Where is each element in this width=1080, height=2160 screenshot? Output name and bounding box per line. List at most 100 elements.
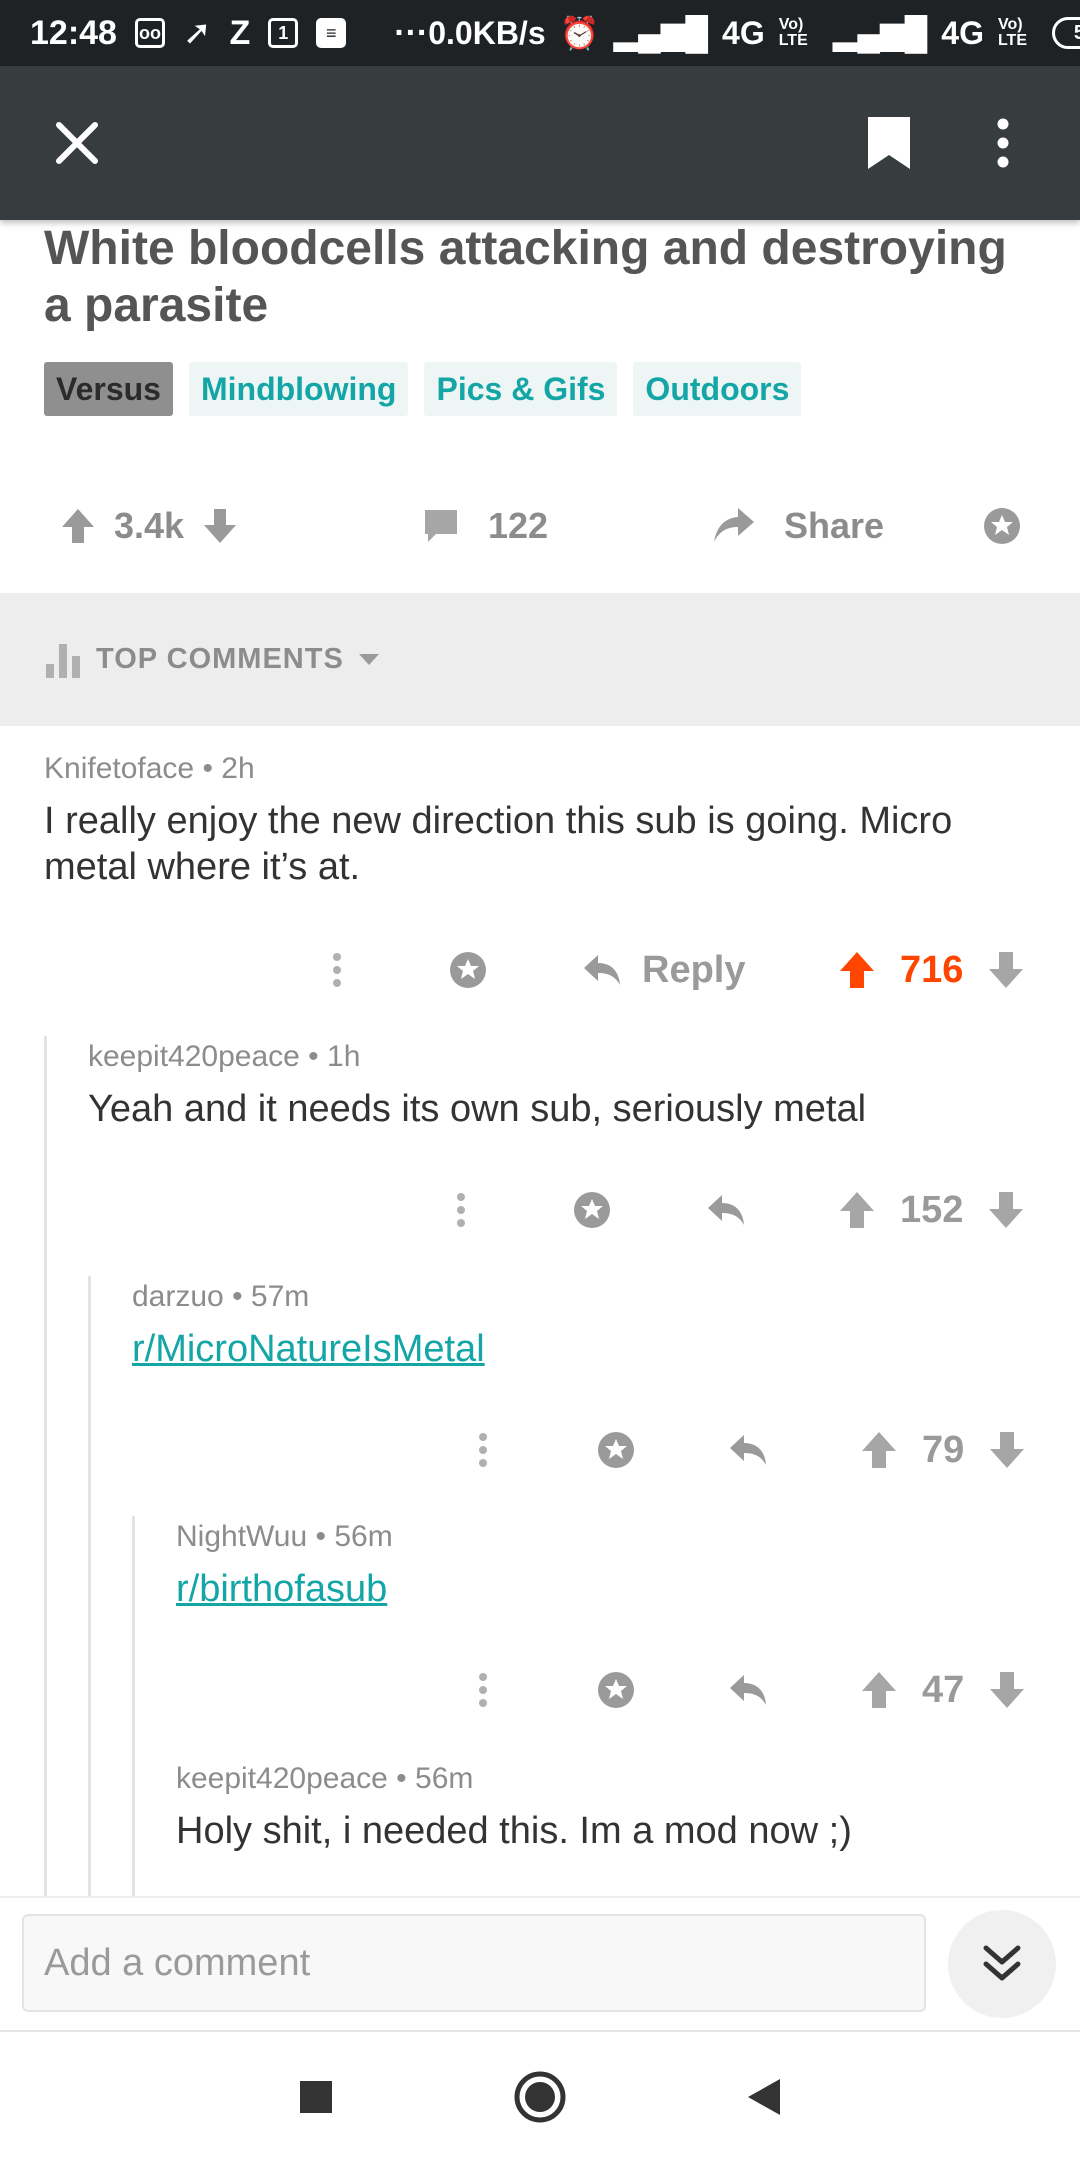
award-icon	[574, 1192, 610, 1228]
comment-vote-count: 47	[922, 1668, 965, 1711]
close-button[interactable]	[40, 106, 114, 180]
subreddit-link[interactable]: r/MicroNatureIsMetal	[132, 1326, 1080, 1372]
calendar-icon: 1	[268, 18, 299, 48]
comment-body: I really enjoy the new direction this su…	[44, 800, 953, 888]
downvote-icon[interactable]	[987, 1190, 1025, 1230]
tag-list: Versus Mindblowing Pics & Gifs Outdoors	[44, 362, 802, 416]
comment-meta[interactable]: darzuo • 57m	[132, 1280, 1080, 1314]
comment-bubble-icon	[425, 510, 457, 542]
comment-award-button[interactable]	[596, 1670, 636, 1710]
tag-mindblowing[interactable]: Mindblowing	[188, 362, 409, 416]
comment-vote-controls: 152	[838, 1189, 1025, 1232]
tag-versus[interactable]: Versus	[44, 362, 173, 416]
comment-more-button[interactable]	[446, 1192, 476, 1228]
reply-label: Reply	[642, 948, 746, 991]
comment-reply-button[interactable]	[728, 1433, 768, 1467]
comment: keepit420peace • 56m Holy shit, i needed…	[176, 1762, 1080, 1854]
share-label: Share	[784, 505, 885, 546]
reply-icon	[708, 1195, 744, 1225]
comment-vote-controls: 79	[860, 1429, 1026, 1472]
comment-award-button[interactable]	[596, 1430, 636, 1470]
notes-icon: ≡	[316, 18, 347, 48]
award-icon	[450, 952, 486, 988]
upvote-icon[interactable]	[838, 1190, 876, 1230]
comment-reply-button[interactable]: Reply	[582, 949, 745, 992]
recents-button[interactable]	[286, 2067, 346, 2127]
collapse-comments-button[interactable]	[948, 1910, 1056, 2018]
alarm-icon: ⏰	[559, 15, 600, 51]
comment-award-button[interactable]	[448, 950, 488, 990]
subreddit-link[interactable]: r/birthofasub	[176, 1566, 1080, 1612]
back-button[interactable]	[734, 2067, 794, 2127]
share-button[interactable]: Share	[712, 505, 884, 547]
comment-meta[interactable]: keepit420peace • 56m	[176, 1762, 1080, 1796]
app-bar	[0, 66, 1080, 220]
downvote-icon[interactable]	[988, 1670, 1026, 1710]
award-icon	[598, 1672, 634, 1708]
comment-vote-count: 716	[900, 948, 964, 991]
double-chevron-down-icon	[983, 1945, 1021, 1981]
more-vertical-icon	[479, 1433, 487, 1467]
close-icon	[56, 122, 98, 164]
comment-input[interactable]: Add a comment	[22, 1914, 926, 2012]
post-title: White bloodcells attacking and destroyin…	[44, 222, 1007, 332]
comment-vote-count: 79	[922, 1428, 965, 1471]
comment-more-button[interactable]	[322, 952, 352, 988]
comment-body: Yeah and it needs its own sub, seriously…	[88, 1088, 867, 1130]
comment-more-button[interactable]	[468, 1672, 498, 1708]
chevron-down-icon	[358, 653, 379, 665]
award-button[interactable]	[982, 506, 1022, 546]
comment-sort-selector[interactable]: TOP COMMENTS	[0, 593, 1080, 726]
comment-reply-button[interactable]	[706, 1193, 746, 1227]
comment: darzuo • 57m r/MicroNatureIsMetal	[132, 1280, 1080, 1372]
network-type-1: 4G	[722, 14, 765, 51]
back-triangle-icon	[748, 2079, 780, 2115]
tag-outdoors[interactable]: Outdoors	[633, 362, 802, 416]
post-comment-count: 122	[488, 505, 549, 546]
bookmark-icon	[868, 117, 910, 169]
z-app-icon: Z	[229, 13, 251, 52]
award-icon	[598, 1432, 634, 1468]
upvote-icon[interactable]	[838, 950, 876, 990]
thread-line-2	[88, 1276, 91, 1896]
comment-more-button[interactable]	[468, 1432, 498, 1468]
volte-1: Vo) LTE	[778, 16, 808, 49]
comment-composer: Add a comment	[0, 1896, 1080, 2030]
tag-pics-gifs[interactable]: Pics & Gifs	[424, 362, 618, 416]
overflow-menu-button[interactable]	[966, 106, 1040, 180]
comment-meta[interactable]: Knifetoface • 2h	[44, 752, 1080, 786]
comment-body: Holy shit, i needed this. Im a mod now ;…	[176, 1810, 852, 1852]
comment-meta[interactable]: keepit420peace • 1h	[88, 1040, 1080, 1074]
downvote-icon[interactable]	[988, 1430, 1026, 1470]
bookmark-button[interactable]	[852, 106, 926, 180]
reply-icon	[730, 1435, 766, 1465]
comment-reply-button[interactable]	[728, 1673, 768, 1707]
square-icon	[300, 2081, 332, 2113]
downvote-icon[interactable]	[202, 507, 238, 545]
comment: NightWuu • 56m r/birthofasub	[176, 1520, 1080, 1612]
award-icon	[984, 508, 1020, 544]
signal-icon: ▂▄▆█	[613, 15, 709, 51]
downvote-icon[interactable]	[987, 950, 1025, 990]
network-type-2: 4G	[941, 14, 984, 51]
system-navigation-bar	[0, 2030, 1080, 2160]
upvote-icon[interactable]	[60, 507, 96, 545]
comment-actions: 152	[0, 1180, 1080, 1240]
comment-meta[interactable]: NightWuu • 56m	[176, 1520, 1080, 1554]
more-vertical-icon	[333, 953, 341, 987]
upvote-icon[interactable]	[860, 1670, 898, 1710]
home-button[interactable]	[510, 2067, 570, 2127]
more-vertical-icon	[997, 118, 1009, 168]
sort-bars-icon	[46, 643, 80, 678]
sort-label: TOP COMMENTS	[96, 643, 344, 675]
comment-actions: Reply 716	[0, 940, 1080, 1000]
comment-award-button[interactable]	[572, 1190, 612, 1230]
comments-count-button[interactable]: 122	[422, 505, 548, 547]
comment-actions: 79	[0, 1420, 1080, 1480]
reply-icon	[730, 1675, 766, 1705]
comment: keepit420peace • 1h Yeah and it needs it…	[88, 1040, 1080, 1132]
upvote-icon[interactable]	[860, 1430, 898, 1470]
volte-2: Vo) LTE	[997, 16, 1027, 49]
post-vote-count: 3.4k	[114, 505, 185, 546]
comment-vote-controls: 47	[860, 1669, 1026, 1712]
